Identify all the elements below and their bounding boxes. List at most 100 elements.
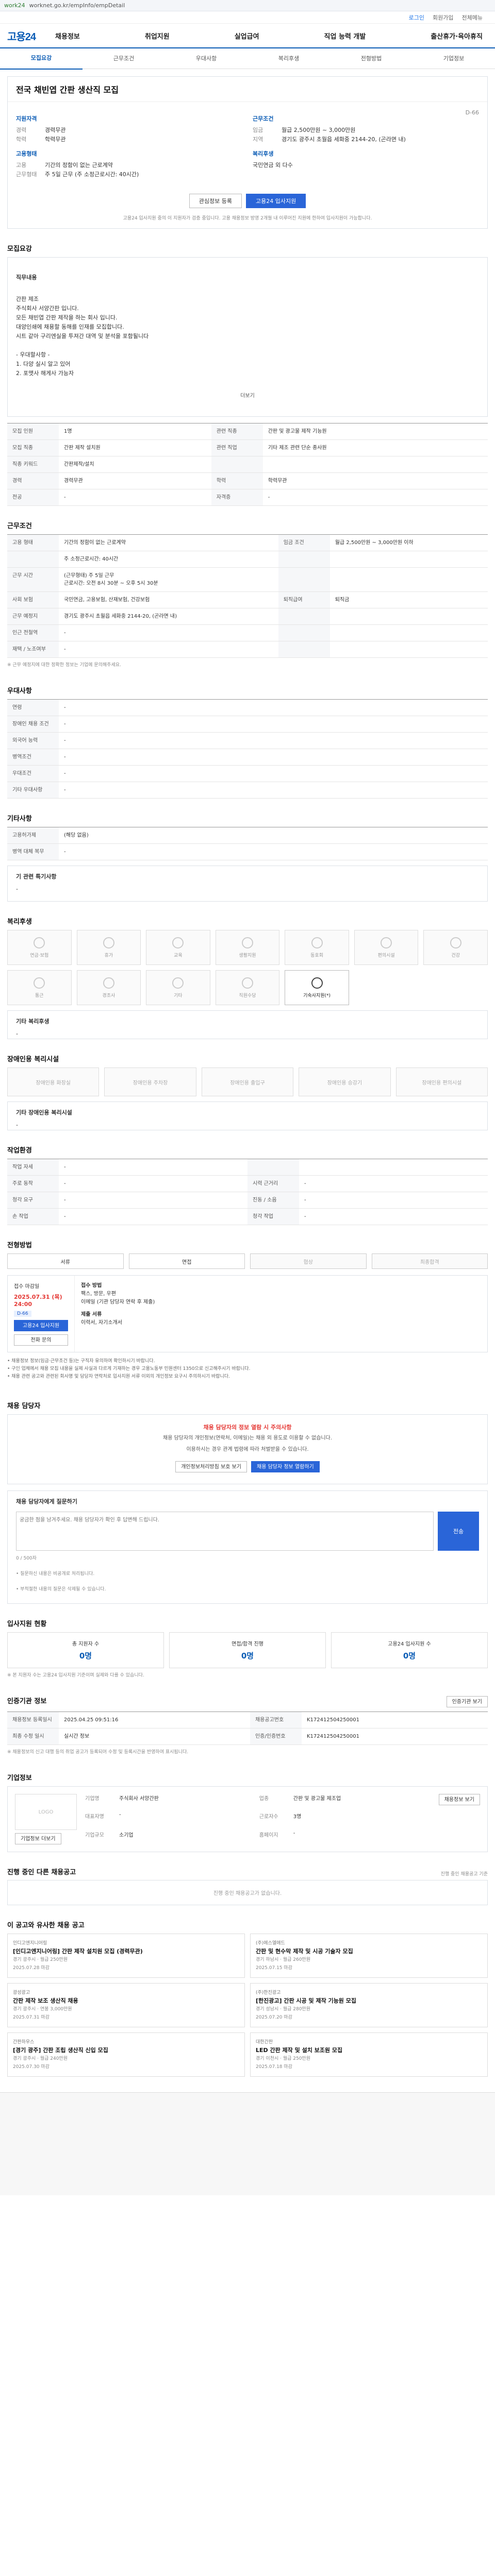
recommend-title[interactable]: LED 간판 제작 및 설치 보조원 모집 — [256, 2046, 482, 2055]
tab-prefer[interactable]: 우대사항 — [165, 48, 248, 69]
row-label: 병역 대체 복무 — [7, 843, 59, 860]
tab-work[interactable]: 근무조건 — [82, 48, 165, 69]
recommend-title[interactable]: [한진광고] 간판 시공 및 제작 기능원 모집 — [256, 1997, 482, 2005]
row-value: 주 소정근로시간: 40시간 — [59, 551, 278, 568]
disabled-label: 장애인용 승강기 — [327, 1080, 362, 1086]
progress-note: 진행 중인 채용공고 기준 — [440, 1872, 488, 1877]
privacy-button[interactable]: 개인정보처리방침 보호 보기 — [175, 1461, 247, 1472]
agency-button[interactable]: 인증기관 보기 — [446, 1696, 488, 1707]
contact-box: 채용 담당자의 정보 열람 시 주의사항 채용 담당자의 개인정보(연락처, 이… — [7, 1414, 488, 1484]
row-label — [278, 641, 330, 658]
login-link[interactable]: 로그인 — [409, 13, 424, 22]
recommend-meta: 경기 광주시 · 연봉 3,000만원 — [13, 2007, 72, 2012]
menu-item[interactable]: 채용정보 — [50, 31, 85, 41]
welfare-label: 기숙사지원(*) — [303, 993, 331, 998]
step-interview: 면접 — [128, 1253, 245, 1269]
company-jobs-button[interactable]: 채용정보 보기 — [438, 1794, 480, 1805]
disabled-item: 장애인용 편의시설 — [395, 1067, 488, 1096]
row-value: - — [299, 1208, 488, 1225]
row-value: - — [59, 749, 488, 766]
row-value: 월급 2,500만원 ~ 3,000만원 이하 — [329, 534, 488, 551]
row-value: 간판 및 광고물 제작 기능원 — [262, 423, 488, 440]
stats-heading: 입사지원 현황 — [7, 1620, 47, 1628]
stat-value: 0명 — [403, 1651, 416, 1660]
more-button[interactable]: 더보기 — [16, 387, 479, 401]
company-more-button[interactable]: 기업정보 더보기 — [15, 1833, 61, 1844]
table-row: 사회 보험 국민연금, 고용보험, 산재보험, 건강보험 퇴직급여 퇴직금 — [7, 591, 488, 608]
apply-button[interactable]: 고용24 입사지원 — [14, 1320, 68, 1331]
disabled-label: 장애인용 편의시설 — [422, 1080, 462, 1086]
table-row: 손 작업 - 청각 작업 - — [7, 1208, 488, 1225]
recommend-title[interactable]: 간판 및 현수막 제작 및 시공 기술자 모집 — [256, 1947, 482, 1956]
apply-button[interactable]: 고용24 입사지원 — [246, 194, 306, 208]
tab-recruit[interactable]: 모집요강 — [0, 48, 82, 70]
recommend-title[interactable]: [인디고엔지니어링] 간판 제작 설치원 모집 (경력무관) — [13, 1947, 239, 1956]
table-row: 모집 직종 간판 제작 설치원 관련 직업 기타 제조 관련 단순 종사원 — [7, 439, 488, 456]
job-desc-heading: 직무내용 — [16, 274, 37, 281]
table-row: 재택 / 노조여부 - — [7, 641, 488, 658]
row-label: 자격증 — [211, 489, 263, 506]
row-value: (해당 없음) — [59, 827, 488, 844]
row-label: 관련 직업 — [211, 439, 263, 456]
welfare-item: 편의시설 — [354, 930, 419, 965]
apply-note: 고용24 입사지원 중의 이 지원자가 검증 중입니다. 고용 채용정보 방영 … — [123, 216, 372, 221]
welfare-icon — [311, 937, 323, 948]
menu-item[interactable]: 취업지원 — [140, 31, 175, 41]
welfare-label: 교육 — [174, 953, 183, 958]
site-logo[interactable]: 고용24 — [7, 28, 36, 43]
company-key: 근로자수 — [259, 1814, 278, 1820]
welfare-item: 건강 — [423, 930, 488, 965]
table-row: 전공 - 자격증 - — [7, 489, 488, 506]
sitemap-link[interactable]: 전체메뉴 — [462, 13, 483, 22]
etc-table: 고용허가제 (해당 없음) 병역 대체 복무 - — [7, 827, 488, 860]
company-box: LOGO 기업정보 더보기 기업명 주식회사 서양간판 업종 간판 및 광고물 제조업… — [7, 1786, 488, 1852]
table-row: 주로 동작 - 시력 근거리 - — [7, 1175, 488, 1192]
recommend-card[interactable]: (주)한진광고 [한진광고] 간판 시공 및 제작 기능원 모집 경기 성남시 · … — [250, 1983, 488, 2027]
tab-welfare[interactable]: 복리후생 — [248, 48, 330, 69]
url-text[interactable]: worknet.go.kr/empInfo/empDetail — [29, 2, 125, 9]
table-row: 경력 경력무관 학력 학력무관 — [7, 472, 488, 489]
join-link[interactable]: 회원가입 — [433, 13, 453, 22]
qa-input[interactable] — [16, 1512, 434, 1551]
qa-note: • 부적절한 내용의 질문은 삭제될 수 있습니다. — [16, 1587, 106, 1592]
row-value: - — [59, 732, 488, 749]
qa-submit-button[interactable]: 전송 — [438, 1512, 479, 1551]
recommend-company: (주)에스엘애드 — [256, 1941, 285, 1946]
recommend-title[interactable]: 간판 제작 보조 생산직 채용 — [13, 1997, 239, 2005]
table-row: 병역 대체 복무 - — [7, 843, 488, 860]
tab-company[interactable]: 기업정보 — [412, 48, 495, 69]
recommend-title[interactable]: [경기 광주] 간판 조립 생산직 신입 모집 — [13, 2046, 239, 2055]
company-value: 3명 — [293, 1814, 302, 1820]
recommend-card[interactable]: 대한간판 LED 간판 제작 및 설치 보조원 모집 경기 이천시 · 월급 250… — [250, 2032, 488, 2077]
main-menu: 채용정보 취업지원 실업급여 직업 능력 개발 출산휴가·육아휴직 — [50, 31, 488, 41]
row-label: 채용정보 등록일시 — [7, 1711, 59, 1728]
deadline-date: 2025.07.31 (목) 24:00 — [14, 1294, 62, 1308]
menu-item[interactable]: 직업 능력 개발 — [319, 31, 371, 41]
menu-item[interactable]: 출산휴가·육아휴직 — [425, 31, 488, 41]
global-nav: 고용24 채용정보 취업지원 실업급여 직업 능력 개발 출산휴가·육아휴직 — [0, 24, 495, 48]
recommend-card[interactable]: (주)에스엘애드 간판 및 현수막 제작 및 시공 기술자 모집 경기 하남시 · … — [250, 1934, 488, 1978]
recommend-card[interactable]: 인디고엔지니어링 [인디고엔지니어링] 간판 제작 설치원 모집 (경력무관) 경기… — [7, 1934, 245, 1978]
utility-bar: 로그인 회원가입 전체메뉴 — [0, 11, 495, 24]
tab-process[interactable]: 전형방법 — [330, 48, 412, 69]
table-row: 장애인 채용 조건 - — [7, 716, 488, 733]
recruit-heading: 모집요강 — [7, 245, 32, 253]
view-contact-button[interactable]: 채용 담당자 정보 열람하기 — [251, 1461, 320, 1472]
disabled-heading: 장애인용 복리시설 — [7, 1056, 59, 1063]
recommend-card[interactable]: 간판하우스 [경기 광주] 간판 조립 생산직 신입 모집 경기 광주시 · 월급 … — [7, 2032, 245, 2077]
row-value: - — [59, 765, 488, 782]
row-value: 1명 — [59, 423, 211, 440]
menu-item[interactable]: 실업급여 — [229, 31, 265, 41]
row-value: 실시간 정보 — [59, 1728, 250, 1745]
welfare-icon — [103, 977, 114, 989]
etc-sub-label: 기 관련 특기사항 — [16, 873, 57, 880]
phone-inquiry-button[interactable]: 전화 문의 — [14, 1334, 68, 1346]
agency-table: 채용정보 등록일시 2025.04.25 09:51:16 채용공고번호 K17241… — [7, 1711, 488, 1745]
recommend-card[interactable]: 광성광고 간판 제작 보조 생산직 채용 경기 광주시 · 연봉 3,000만원 20… — [7, 1983, 245, 2027]
agency-note: ※ 채용정보의 신고 대행 등의 취업 공고가 등록되어 수정 및 등록시간을 … — [7, 1750, 189, 1755]
condition-heading: 근무조건 — [253, 115, 274, 122]
scrap-button[interactable]: 관심정보 등록 — [189, 194, 242, 208]
stat-label: 총 지원자 수 — [72, 1641, 100, 1647]
contact-heading: 채용 담당자 — [7, 1402, 41, 1410]
recommend-meta: 경기 이천시 · 월급 250만원 — [256, 2056, 311, 2061]
